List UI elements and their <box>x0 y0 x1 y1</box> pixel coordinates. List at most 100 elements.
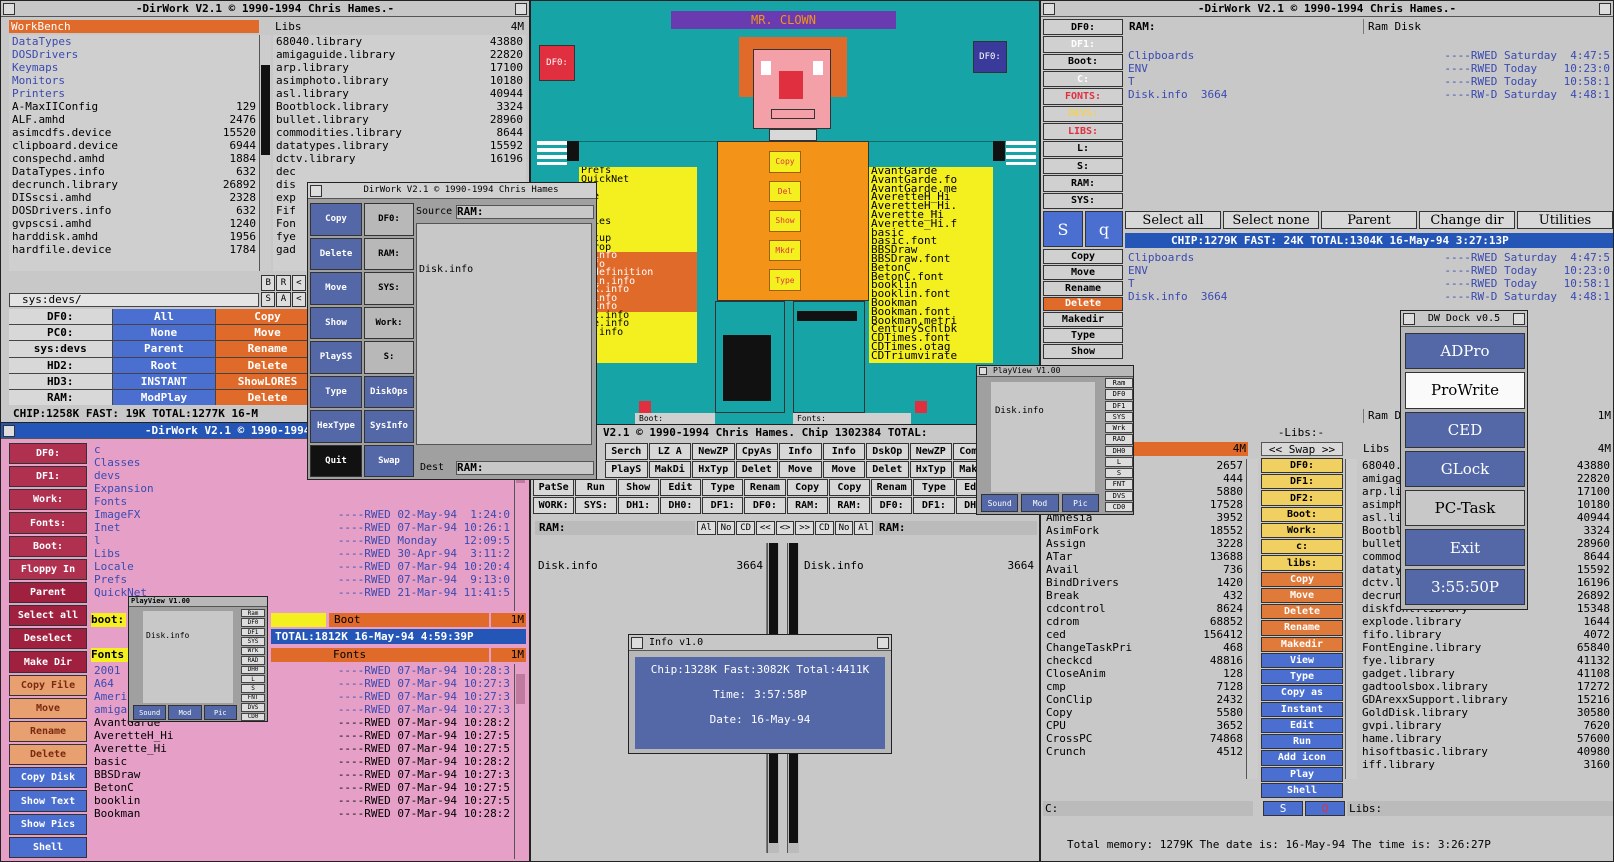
fonts-path-field[interactable]: Fonts <box>91 648 129 662</box>
left-file-list[interactable]: DataTypes DOSDrivers Keymaps Monitors Printe… <box>9 35 259 271</box>
command-button[interactable]: Delet <box>866 461 909 478</box>
command-button[interactable]: View <box>1261 652 1343 669</box>
list-item[interactable]: Bootblock.library 3324 <box>273 100 526 113</box>
command-button[interactable]: DH0: <box>659 497 701 514</box>
drive-button[interactable]: FNT <box>241 693 265 703</box>
command-button[interactable]: ModPlay <box>112 389 216 405</box>
side-button[interactable]: Deselect <box>9 628 87 650</box>
toolbar-button[interactable]: Select none <box>1223 211 1319 229</box>
top-path-header[interactable]: RAM: <box>1125 19 1361 34</box>
list-item[interactable]: DataTypes <box>9 35 259 48</box>
c-list-scrollbar[interactable] <box>1246 459 1258 779</box>
command-button[interactable]: HD2: <box>9 357 112 373</box>
list-item[interactable]: CDTriumvirate <box>869 350 993 361</box>
command-button[interactable]: Info <box>822 443 865 460</box>
command-button[interactable]: Renam <box>871 479 913 496</box>
list-item[interactable]: Disk.info 3664 <box>535 559 766 572</box>
side-button[interactable]: DF0: <box>9 443 87 465</box>
list-item[interactable]: Prefs ----RWED 07-Mar-94 9:13:0 <box>91 573 513 586</box>
window-title-bar[interactable]: Info v1.0 <box>629 635 891 651</box>
vest-button[interactable]: Mkdr <box>769 239 801 262</box>
list-item[interactable]: fifo.library 4072 <box>1359 628 1613 641</box>
close-icon[interactable] <box>3 2 15 15</box>
dock-item[interactable]: PC-Task <box>1405 490 1525 527</box>
command-button[interactable]: Move <box>310 272 362 305</box>
left-list-scrollbar[interactable] <box>259 35 271 271</box>
command-button[interactable]: Edit <box>659 479 701 496</box>
list-item[interactable]: amigaguide.library 22820 <box>273 48 526 61</box>
swap-gadget[interactable]: Al <box>697 521 716 535</box>
command-button[interactable]: Delete <box>216 389 319 405</box>
center-right-path[interactable]: RAM: <box>875 521 1037 535</box>
path-gadget[interactable]: R <box>276 275 291 291</box>
drive-button[interactable]: RAM: <box>364 237 414 270</box>
list-item[interactable]: AveretteH_Hi ----RWED 07-Mar-94 10:27:5 <box>91 729 513 742</box>
command-button[interactable]: DskOp <box>866 443 909 460</box>
list-item[interactable]: commodities.library 8644 <box>273 126 526 139</box>
list-item[interactable]: ATar 13688 <box>1043 550 1246 563</box>
list-item[interactable]: BindDrivers 1420 <box>1043 576 1246 589</box>
close-icon[interactable] <box>631 636 643 649</box>
list-item[interactable]: asimcdfs.device 15520 <box>9 126 259 139</box>
command-button[interactable]: Run <box>575 479 617 496</box>
path-gadget[interactable]: A <box>276 291 291 307</box>
close-icon[interactable] <box>1043 2 1055 15</box>
list-item[interactable]: booklin ----RWED 07-Mar-94 10:27:5 <box>91 794 513 807</box>
action-button[interactable]: Copy <box>1043 249 1123 264</box>
command-button[interactable]: SYS: <box>575 497 617 514</box>
depth-icon[interactable] <box>877 636 889 649</box>
mini-file-list[interactable]: Disk.info <box>416 223 592 445</box>
drive-button[interactable]: S: <box>1043 157 1123 175</box>
list-item[interactable]: Fonts <box>91 495 513 508</box>
command-button[interactable]: HxTyp <box>909 461 952 478</box>
list-item[interactable]: ced 156412 <box>1043 628 1246 641</box>
dock-item[interactable]: GLock <box>1405 450 1525 488</box>
list-item[interactable]: gadtoolsbox.library 17272 <box>1359 680 1613 693</box>
action-button[interactable]: Move <box>1043 264 1123 280</box>
playview-button[interactable]: Sound <box>133 705 167 720</box>
command-button[interactable]: Move <box>216 325 319 341</box>
side-button[interactable]: Move <box>9 697 87 719</box>
swap-header[interactable]: << Swap >> <box>1261 442 1343 456</box>
command-button[interactable]: RAM: <box>828 497 870 514</box>
list-item[interactable]: checkcd 48816 <box>1043 654 1246 667</box>
drive-button[interactable]: Wrk <box>241 646 265 656</box>
list-item[interactable]: hardfile.device 1784 <box>9 243 259 256</box>
command-button[interactable]: LZ A <box>648 443 691 460</box>
list-item[interactable]: cdrom 68852 <box>1043 615 1246 628</box>
playview-button[interactable]: Pic <box>203 705 237 720</box>
command-button[interactable]: Copy <box>828 479 870 496</box>
swap-gadget[interactable]: CD <box>736 521 755 535</box>
close-icon[interactable] <box>310 184 322 197</box>
list-item[interactable]: GDArexxSupport.library 15216 <box>1359 693 1613 706</box>
clown-right-list[interactable]: AvantGarde AvantGarde.fo AvantGarde.me Aver… <box>869 167 993 363</box>
drive-button[interactable]: DiskOps <box>364 375 414 408</box>
list-item[interactable]: fye.library 41132 <box>1359 654 1613 667</box>
command-button[interactable]: sys:devs <box>9 341 112 357</box>
playview-button[interactable]: Mod <box>1021 494 1059 512</box>
bottom-right-path[interactable]: Libs: <box>1347 801 1613 816</box>
list-item[interactable]: arp.library 17100 <box>273 61 526 74</box>
mid-path-field[interactable]: boot: <box>91 613 126 627</box>
playview-list[interactable]: Disk.info <box>991 382 1095 492</box>
drive-button[interactable]: DF0: <box>1043 19 1123 36</box>
close-icon[interactable] <box>1403 312 1415 325</box>
playview-button[interactable]: Mod <box>168 705 202 720</box>
top-file-list[interactable]: Clipboards ----RWED Saturday 4:47:5 ENV ---… <box>1125 49 1613 207</box>
side-button[interactable]: Copy File <box>9 674 87 696</box>
list-item[interactable]: Locale ----RWED 07-Mar-94 10:20:4 <box>91 560 513 573</box>
drive-button[interactable]: DEVS: <box>1043 105 1123 123</box>
libs-list-scrollbar[interactable] <box>1345 459 1357 779</box>
q-button[interactable]: q <box>1085 211 1123 247</box>
command-button[interactable]: Move <box>779 461 822 478</box>
command-button[interactable]: DF0: <box>9 309 112 325</box>
command-button[interactable]: Delete <box>310 237 362 270</box>
window-title-bar[interactable]: PlayView V1.00 <box>129 597 267 607</box>
drive-button[interactable]: FONTS: <box>1043 88 1123 105</box>
drive-button[interactable]: FNT <box>1105 479 1133 490</box>
drive-button[interactable]: S: <box>364 341 414 374</box>
command-button[interactable]: NewZP <box>909 443 952 460</box>
drive-button[interactable]: Swap <box>364 444 414 477</box>
command-button[interactable]: DF0: <box>744 497 786 514</box>
pink-bottom-scrollbar[interactable] <box>514 664 526 859</box>
